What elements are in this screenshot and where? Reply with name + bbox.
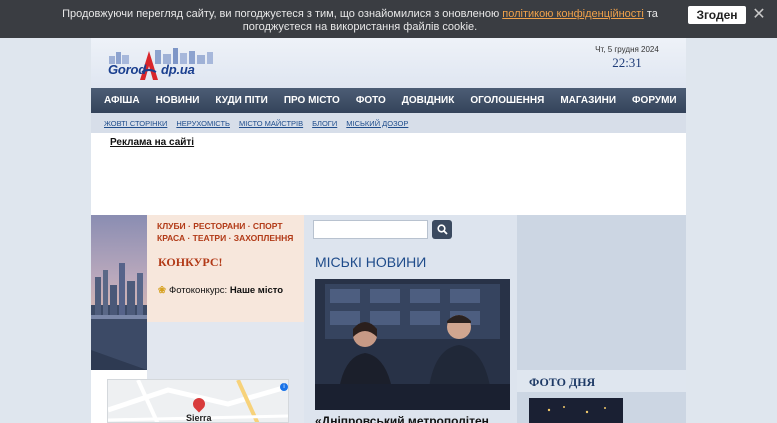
subnav-blogs[interactable]: БЛОГИ: [312, 119, 337, 128]
nav-news[interactable]: НОВИНИ: [156, 95, 200, 106]
promo-categories[interactable]: КЛУБИ · РЕСТОРАНИ · СПОРТ КРАСА · ТЕАТРИ…: [157, 220, 293, 244]
contest-heading[interactable]: КОНКУРС!: [158, 255, 222, 270]
right-column: ФОТО ДНЯ: [517, 215, 686, 423]
subnav-yellow-pages[interactable]: ЖОВТІ СТОРІНКИ: [104, 119, 167, 128]
nav-shops[interactable]: МАГАЗИНИ: [560, 95, 616, 106]
logo-text: Gorod dp.ua: [108, 62, 195, 77]
promo-line-2: КРАСА · ТЕАТРИ · ЗАХОПЛЕННЯ: [157, 233, 294, 243]
photo-of-day-image[interactable]: [529, 398, 623, 423]
city-news-heading[interactable]: МІСЬКІ НОВИНИ: [315, 254, 426, 270]
search-input[interactable]: [313, 220, 428, 239]
search-icon: [436, 224, 448, 235]
photo-of-day-heading[interactable]: ФОТО ДНЯ: [529, 375, 595, 390]
news-column: МІСЬКІ НОВИНИ «Дніпровський метрополітен: [304, 215, 517, 423]
page-container: Gorod dp.ua Чт, 5 грудня 2024 22:31 АФІША…: [91, 38, 686, 423]
sub-nav: ЖОВТІ СТОРІНКИ НЕРУХОМІСТЬ МІСТО МАЙСТРІ…: [91, 113, 686, 133]
site-logo[interactable]: Gorod dp.ua: [107, 44, 217, 84]
logo-text-right: dp.ua: [161, 62, 195, 77]
nav-ads[interactable]: ОГОЛОШЕННЯ: [470, 95, 544, 106]
search-button[interactable]: [432, 220, 452, 239]
photo-contest-label: Фотоконкурс:: [168, 285, 228, 296]
star-icon: ❀: [158, 285, 166, 296]
cookie-text: Продовжуючи перегляд сайту, ви погоджуєт…: [40, 8, 680, 33]
current-date: Чт, 5 грудня 2024: [595, 45, 659, 54]
promo-block: КЛУБИ · РЕСТОРАНИ · СПОРТ КРАСА · ТЕАТРИ…: [147, 215, 304, 322]
nav-photo[interactable]: ФОТО: [356, 95, 386, 106]
subnav-real-estate[interactable]: НЕРУХОМІСТЬ: [176, 119, 230, 128]
nav-about-city[interactable]: ПРО МІСТО: [284, 95, 340, 106]
cookie-accept-button[interactable]: Згоден: [688, 6, 746, 24]
subnav-city-watch[interactable]: МІСЬКИЙ ДОЗОР: [346, 119, 408, 128]
news-image: [315, 279, 510, 410]
logo-text-left: Gorod: [108, 62, 146, 77]
info-icon[interactable]: i: [280, 383, 288, 391]
header: Gorod dp.ua Чт, 5 грудня 2024 22:31: [91, 38, 686, 88]
nav-where-to-go[interactable]: КУДИ ПІТИ: [215, 95, 267, 106]
photo-contest-name: Наше місто: [229, 285, 284, 296]
cookie-banner: Продовжуючи перегляд сайту, ви погоджуєт…: [0, 0, 777, 38]
nav-forums[interactable]: ФОРУМИ: [632, 95, 677, 106]
nav-afisha[interactable]: АФІША: [104, 95, 140, 106]
current-time: 22:31: [612, 55, 642, 70]
main-nav: АФІША НОВИНИ КУДИ ПІТИ ПРО МІСТО ФОТО ДО…: [91, 88, 686, 113]
city-skyline-image: [91, 263, 147, 370]
news-caption[interactable]: «Дніпровський метрополітен: [315, 414, 489, 423]
night-photo: [529, 398, 623, 423]
subnav-masters[interactable]: МІСТО МАЙСТРІВ: [239, 119, 303, 128]
cookie-text-before: Продовжуючи перегляд сайту, ви погоджуєт…: [62, 8, 503, 20]
privacy-policy-link[interactable]: політикою конфіденційності: [502, 8, 644, 20]
map-place-label: Sierra: [186, 413, 212, 423]
photo-contest-link[interactable]: ❀ Фотоконкурс: Наше місто: [158, 285, 283, 296]
ad-area: Реклама на сайті: [91, 133, 686, 215]
nav-directory[interactable]: ДОВІДНИК: [402, 95, 455, 106]
promo-line-1: КЛУБИ · РЕСТОРАНИ · СПОРТ: [157, 221, 283, 231]
news-photo[interactable]: [315, 279, 510, 410]
advertising-link[interactable]: Реклама на сайті: [110, 137, 194, 148]
map-widget[interactable]: Sierra i: [107, 379, 289, 423]
city-photo[interactable]: [91, 215, 147, 370]
close-icon[interactable]: ✕: [752, 7, 766, 23]
